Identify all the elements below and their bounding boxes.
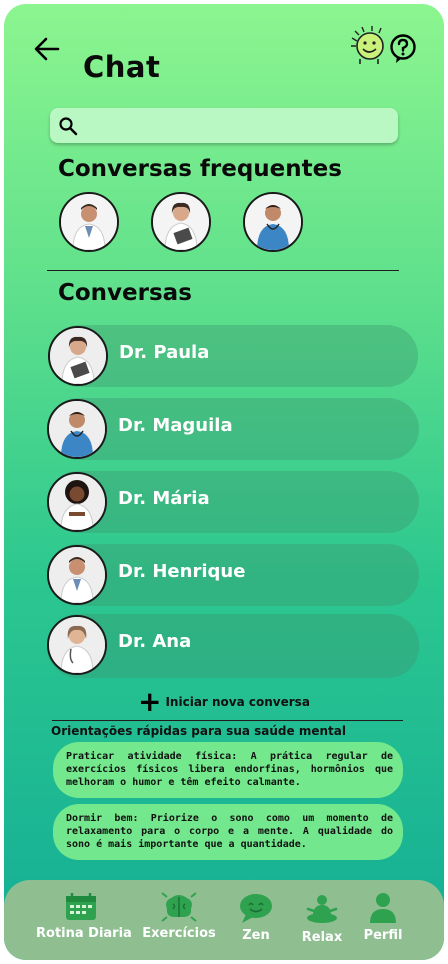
tab-perfil[interactable]: Perfil xyxy=(361,892,405,943)
frequent-contact-avatar[interactable] xyxy=(151,192,211,252)
tab-relax[interactable]: Relax xyxy=(298,892,346,945)
contact-name: Dr. Paula xyxy=(119,342,210,363)
tip-text: Dormir bem: Priorize o sono como um mome… xyxy=(66,813,393,850)
avatar xyxy=(47,472,107,532)
search-icon xyxy=(59,117,78,136)
meditation-icon xyxy=(306,895,338,923)
tab-label: Rotina Diaria xyxy=(36,926,132,941)
tab-label: Zen xyxy=(242,928,270,943)
plus-icon: + xyxy=(138,685,162,718)
tip-card: Dormir bem: Priorize o sono como um mome… xyxy=(53,804,403,860)
conversation-item[interactable]: Dr. Ana xyxy=(47,614,419,678)
tab-label: Exercícios xyxy=(142,926,216,941)
section-divider xyxy=(47,270,399,271)
page-title: Chat xyxy=(83,50,161,84)
doctor-photo xyxy=(49,547,105,603)
tips-title: Orientações rápidas para sua saúde menta… xyxy=(51,724,346,738)
calendar-icon xyxy=(66,893,96,920)
doctor-photo xyxy=(61,194,117,250)
search-bar[interactable] xyxy=(50,108,398,143)
search-input[interactable] xyxy=(84,112,384,139)
tip-card: Praticar atividade física: A prática reg… xyxy=(53,742,403,798)
doctor-photo xyxy=(153,194,209,250)
new-conversation-button[interactable]: + Iniciar nova conversa xyxy=(138,685,310,718)
tab-label: Perfil xyxy=(363,928,403,943)
help-question-icon[interactable] xyxy=(389,33,417,65)
doctor-photo xyxy=(245,194,301,250)
contact-name: Dr. Mária xyxy=(118,488,210,509)
contact-name: Dr. Ana xyxy=(118,631,192,652)
conversation-item[interactable]: Dr. Maguila xyxy=(47,398,419,460)
bottom-tab-bar: Rotina Diaria Exercícios Zen Relax Perfi… xyxy=(4,880,444,960)
chat-screen: Chat Conversas frequentes Conversas Dr. … xyxy=(4,4,444,960)
conversations-title: Conversas xyxy=(58,280,192,306)
frequent-contact-avatar[interactable] xyxy=(59,192,119,252)
happy-sun-mascot-icon[interactable] xyxy=(348,24,388,66)
avatar xyxy=(47,545,107,605)
brain-icon xyxy=(161,892,197,922)
person-icon xyxy=(370,893,396,923)
chat-bubble-icon xyxy=(240,894,272,923)
tab-label: Relax xyxy=(301,930,343,945)
doctor-photo xyxy=(49,401,105,457)
tab-rotina-diaria[interactable]: Rotina Diaria xyxy=(36,892,132,941)
conversation-item[interactable]: Dr. Paula xyxy=(48,325,418,387)
section-divider xyxy=(52,720,403,721)
frequent-contact-avatar[interactable] xyxy=(243,192,303,252)
avatar xyxy=(48,326,108,386)
doctor-photo xyxy=(49,474,105,530)
contact-name: Dr. Maguila xyxy=(118,415,233,436)
tab-exercicios[interactable]: Exercícios xyxy=(141,892,217,941)
conversation-item[interactable]: Dr. Henrique xyxy=(47,544,419,606)
frequent-conversations-title: Conversas frequentes xyxy=(58,156,342,182)
new-conversation-label: Iniciar nova conversa xyxy=(165,695,310,709)
avatar xyxy=(47,399,107,459)
doctor-photo xyxy=(50,328,106,384)
avatar xyxy=(47,615,107,675)
doctor-photo xyxy=(49,617,105,673)
contact-name: Dr. Henrique xyxy=(118,561,246,582)
arrow-left-icon[interactable] xyxy=(32,34,62,64)
tab-zen[interactable]: Zen xyxy=(234,892,278,943)
tip-text: Praticar atividade física: A prática reg… xyxy=(66,751,393,788)
conversation-item[interactable]: Dr. Mária xyxy=(47,471,419,533)
